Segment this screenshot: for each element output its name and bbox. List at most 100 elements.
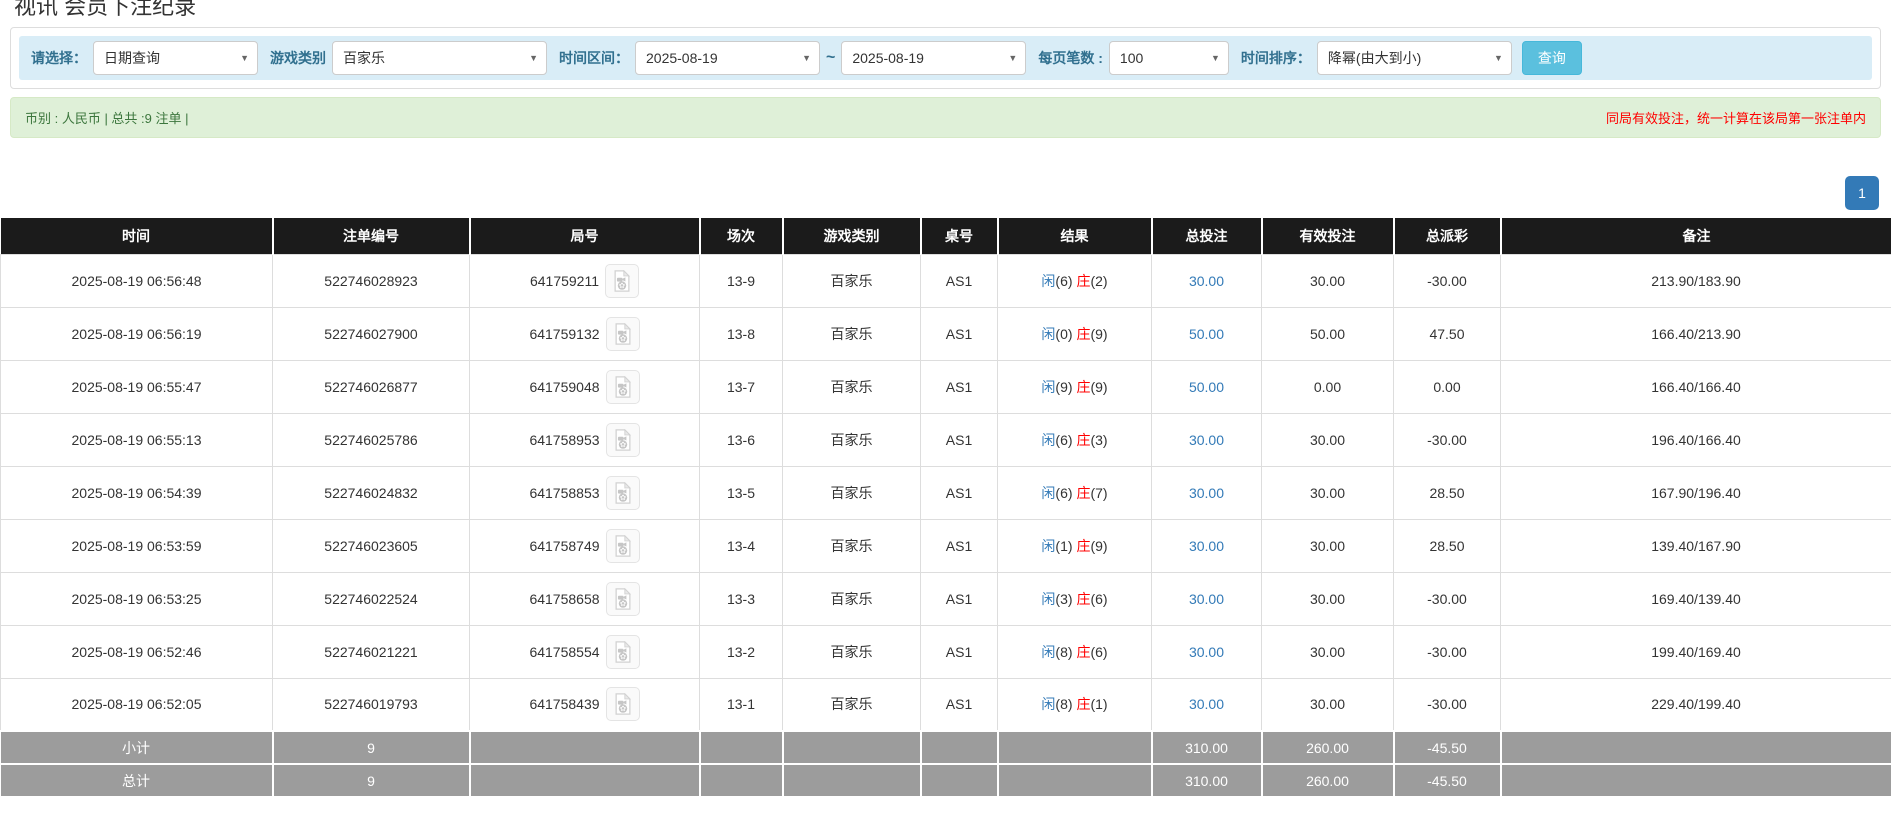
round-id-value: 641758439 bbox=[529, 696, 599, 712]
table-row: 2025-08-19 06:56:48 522746028923 6417592… bbox=[1, 254, 1891, 307]
video-replay-button[interactable] bbox=[606, 317, 640, 351]
round-id-cell: 641759211 bbox=[470, 254, 700, 307]
valid-bet-cell: 30.00 bbox=[1262, 572, 1394, 625]
result-player-score: (1) bbox=[1055, 538, 1072, 554]
result-player-score: (6) bbox=[1055, 432, 1072, 448]
result-player-score: (3) bbox=[1055, 591, 1072, 607]
result-cell: 闲(3) 庄(6) bbox=[998, 572, 1152, 625]
time-cell: 2025-08-19 06:56:48 bbox=[1, 254, 273, 307]
result-banker-label: 庄 bbox=[1076, 379, 1090, 395]
date-to-select[interactable]: 2025-08-19 ▼ bbox=[841, 41, 1026, 75]
video-replay-button[interactable] bbox=[606, 687, 640, 721]
bet-id-cell: 522746021221 bbox=[273, 625, 470, 678]
query-mode-select[interactable]: 日期查询 ▼ bbox=[93, 41, 258, 75]
sort-select[interactable]: 降幂(由大到小) ▼ bbox=[1317, 41, 1512, 75]
table-no-cell: AS1 bbox=[921, 519, 998, 572]
table-header-row: 时间 注单编号 局号 场次 游戏类别 桌号 结果 总投注 有效投注 总派彩 备注 bbox=[1, 218, 1891, 254]
video-replay-button[interactable] bbox=[606, 635, 640, 669]
result-banker-score: (7) bbox=[1090, 485, 1107, 501]
total-bet-link[interactable]: 30.00 bbox=[1189, 696, 1224, 712]
round-id-value: 641758554 bbox=[529, 644, 599, 660]
table-row: 2025-08-19 06:53:59 522746023605 6417587… bbox=[1, 519, 1891, 572]
table-no-cell: AS1 bbox=[921, 625, 998, 678]
header-table-no: 桌号 bbox=[921, 218, 998, 254]
header-session: 场次 bbox=[700, 218, 783, 254]
total-bet-link[interactable]: 30.00 bbox=[1189, 644, 1224, 660]
result-cell: 闲(9) 庄(9) bbox=[998, 360, 1152, 413]
game-type-cell: 百家乐 bbox=[783, 678, 921, 731]
total-bet-link[interactable]: 30.00 bbox=[1189, 485, 1224, 501]
table-no-cell: AS1 bbox=[921, 360, 998, 413]
session-cell: 13-1 bbox=[700, 678, 783, 731]
page-1-button[interactable]: 1 bbox=[1845, 176, 1879, 210]
game-type-cell: 百家乐 bbox=[783, 625, 921, 678]
game-type-label: 游戏类别 bbox=[270, 48, 326, 68]
result-player-label: 闲 bbox=[1041, 379, 1055, 395]
time-cell: 2025-08-19 06:55:47 bbox=[1, 360, 273, 413]
result-player-score: (0) bbox=[1055, 326, 1072, 342]
video-replay-button[interactable] bbox=[606, 582, 640, 616]
video-file-icon bbox=[612, 693, 634, 715]
result-player-label: 闲 bbox=[1041, 538, 1055, 554]
round-id-cell: 641758439 bbox=[470, 678, 700, 731]
total-bet-link[interactable]: 50.00 bbox=[1189, 326, 1224, 342]
video-file-icon bbox=[612, 429, 634, 451]
game-type-select[interactable]: 百家乐 ▼ bbox=[332, 41, 547, 75]
result-cell: 闲(6) 庄(7) bbox=[998, 466, 1152, 519]
query-mode-label: 请选择： bbox=[31, 48, 87, 68]
result-banker-label: 庄 bbox=[1076, 696, 1090, 712]
total-bet-link[interactable]: 50.00 bbox=[1189, 379, 1224, 395]
video-replay-button[interactable] bbox=[606, 476, 640, 510]
table-no-cell: AS1 bbox=[921, 254, 998, 307]
result-player-label: 闲 bbox=[1041, 326, 1055, 342]
payout-cell: -30.00 bbox=[1394, 254, 1501, 307]
remark-cell: 199.40/169.40 bbox=[1501, 625, 1891, 678]
header-game-type: 游戏类别 bbox=[783, 218, 921, 254]
video-replay-button[interactable] bbox=[605, 264, 639, 298]
video-file-icon bbox=[612, 641, 634, 663]
header-result: 结果 bbox=[998, 218, 1152, 254]
total-bet-cell: 50.00 bbox=[1152, 360, 1262, 413]
game-type-cell: 百家乐 bbox=[783, 572, 921, 625]
video-replay-button[interactable] bbox=[606, 370, 640, 404]
session-cell: 13-2 bbox=[700, 625, 783, 678]
remark-cell: 167.90/196.40 bbox=[1501, 466, 1891, 519]
result-banker-score: (9) bbox=[1090, 326, 1107, 342]
session-cell: 13-8 bbox=[700, 307, 783, 360]
table-row: 2025-08-19 06:52:05 522746019793 6417584… bbox=[1, 678, 1891, 731]
bet-id-cell: 522746028923 bbox=[273, 254, 470, 307]
result-player-label: 闲 bbox=[1041, 696, 1055, 712]
date-from-value: 2025-08-19 bbox=[646, 50, 718, 66]
total-bet-link[interactable]: 30.00 bbox=[1189, 273, 1224, 289]
total-bet-link[interactable]: 30.00 bbox=[1189, 591, 1224, 607]
bet-id-cell: 522746022524 bbox=[273, 572, 470, 625]
result-banker-score: (9) bbox=[1090, 538, 1107, 554]
total-bet-link[interactable]: 30.00 bbox=[1189, 538, 1224, 554]
payout-cell: -30.00 bbox=[1394, 413, 1501, 466]
result-banker-score: (2) bbox=[1090, 273, 1107, 289]
result-player-label: 闲 bbox=[1041, 273, 1055, 289]
video-file-icon bbox=[612, 588, 634, 610]
header-bet-id: 注单编号 bbox=[273, 218, 470, 254]
total-bet-link[interactable]: 30.00 bbox=[1189, 432, 1224, 448]
time-cell: 2025-08-19 06:52:05 bbox=[1, 678, 273, 731]
total-bet-cell: 30.00 bbox=[1152, 519, 1262, 572]
round-id-cell: 641758749 bbox=[470, 519, 700, 572]
payout-cell: 47.50 bbox=[1394, 307, 1501, 360]
round-id-value: 641759211 bbox=[530, 273, 599, 289]
valid-bet-cell: 30.00 bbox=[1262, 678, 1394, 731]
result-cell: 闲(6) 庄(3) bbox=[998, 413, 1152, 466]
video-replay-button[interactable] bbox=[606, 529, 640, 563]
date-from-select[interactable]: 2025-08-19 ▼ bbox=[635, 41, 820, 75]
page-size-select[interactable]: 100 ▼ bbox=[1109, 41, 1229, 75]
round-id-value: 641758953 bbox=[529, 432, 599, 448]
bet-id-cell: 522746027900 bbox=[273, 307, 470, 360]
video-replay-button[interactable] bbox=[606, 423, 640, 457]
total-bet-cell: 30.00 bbox=[1152, 572, 1262, 625]
remark-cell: 166.40/166.40 bbox=[1501, 360, 1891, 413]
table-row: 2025-08-19 06:54:39 522746024832 6417588… bbox=[1, 466, 1891, 519]
result-player-score: (8) bbox=[1055, 644, 1072, 660]
search-button[interactable]: 查询 bbox=[1522, 41, 1582, 75]
total-bet-cell: 30.00 bbox=[1152, 466, 1262, 519]
valid-bet-cell: 30.00 bbox=[1262, 466, 1394, 519]
